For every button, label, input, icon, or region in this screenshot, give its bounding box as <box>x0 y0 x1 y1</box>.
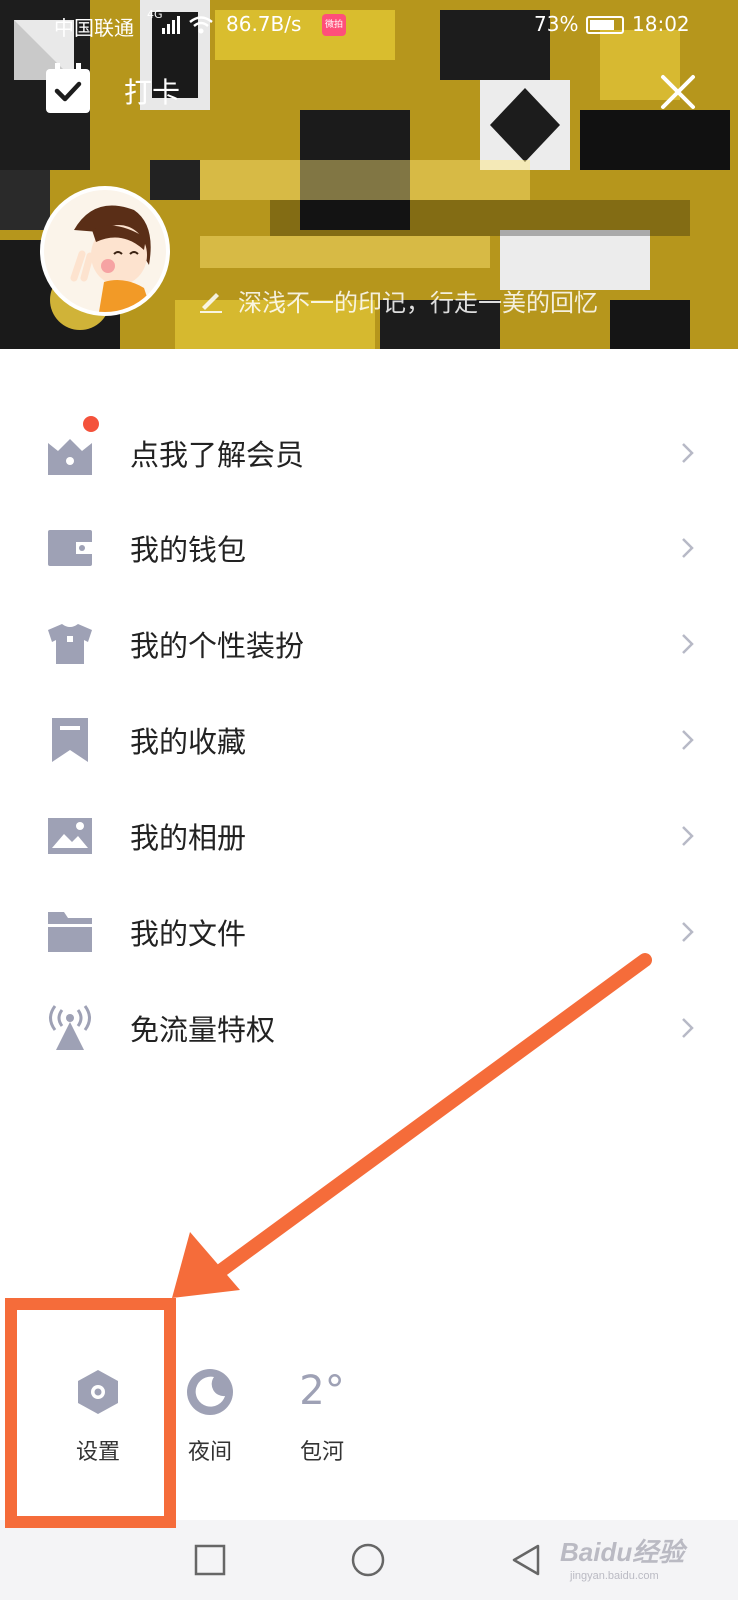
chevron-right-icon <box>682 443 694 463</box>
battery-icon <box>586 16 624 34</box>
menu-item-album[interactable]: 我的相册 <box>0 788 738 884</box>
checkin-label: 打卡 <box>124 76 181 109</box>
chevron-right-icon <box>682 538 694 558</box>
menu-label: 点我了解会员 <box>130 438 305 472</box>
chevron-right-icon <box>682 1018 694 1038</box>
home-icon[interactable] <box>350 1542 386 1578</box>
carrier-name: 中国联通 <box>54 16 134 40</box>
menu-item-wallet[interactable]: 我的钱包 <box>0 500 738 596</box>
chevron-right-icon <box>682 634 694 654</box>
menu-item-files[interactable]: 我的文件 <box>0 884 738 980</box>
wallet-icon <box>48 530 92 566</box>
chevron-right-icon <box>682 826 694 846</box>
menu-label: 我的钱包 <box>130 533 247 567</box>
weather-city: 包河 <box>299 1440 344 1465</box>
blurred-level <box>270 200 690 236</box>
blurred-nickname <box>200 160 530 200</box>
menu-item-favorites[interactable]: 我的收藏 <box>0 692 738 788</box>
menu-item-dressup[interactable]: 我的个性装扮 <box>0 596 738 692</box>
menu-label: 我的相册 <box>130 821 247 855</box>
night-label: 夜间 <box>187 1440 232 1465</box>
profile-signature[interactable]: 深浅不一的印记，行走一美的回忆 <box>198 280 698 320</box>
close-icon[interactable] <box>658 72 698 112</box>
recent-apps-icon[interactable] <box>194 1544 226 1576</box>
chevron-right-icon <box>682 922 694 942</box>
signal-tower-icon <box>49 1005 91 1050</box>
photo-icon <box>48 818 92 854</box>
menu-label: 我的收藏 <box>130 725 247 759</box>
chevron-right-icon <box>682 730 694 750</box>
baidu-watermark: Baidu经验 jingyan.baidu.com <box>560 1532 730 1592</box>
watermark-url: jingyan.baidu.com <box>570 1570 659 1582</box>
signature-text: 深浅不一的印记，行走一美的回忆 <box>238 288 598 317</box>
night-mode-button[interactable]: 夜间 <box>170 1368 250 1468</box>
red-dot-badge <box>81 414 101 434</box>
menu-item-vip[interactable]: 点我了解会员 <box>0 405 738 501</box>
weather-button[interactable]: 2° 包河 <box>282 1368 362 1468</box>
checkin-button[interactable]: 打卡 <box>46 63 181 116</box>
menu-label: 免流量特权 <box>130 1013 276 1047</box>
profile-header: 中国联通 4G 86.7B/s 微拍 73% 18:02 打卡 深浅不一的印记，… <box>0 0 738 349</box>
edit-pencil-icon <box>200 293 222 313</box>
status-time: 18:02 <box>632 12 690 36</box>
watermark-brand: Baidu经验 <box>560 1537 685 1567</box>
battery-percent: 73% <box>534 12 579 36</box>
menu-label: 我的文件 <box>130 917 247 951</box>
status-bar: 中国联通 4G 86.7B/s 微拍 73% 18:02 <box>0 0 738 52</box>
weather-temperature: 2° <box>299 1368 345 1414</box>
calendar-check-icon <box>46 63 90 113</box>
moon-icon <box>187 1369 233 1415</box>
menu-label: 我的个性装扮 <box>130 629 305 663</box>
network-speed: 86.7B/s <box>226 12 302 36</box>
folder-icon <box>48 912 92 952</box>
vip-house-icon <box>48 439 92 475</box>
signal-wifi-icon <box>162 16 213 34</box>
avatar[interactable] <box>40 186 170 316</box>
tshirt-icon <box>48 624 92 664</box>
bookmark-icon <box>52 718 88 762</box>
back-icon[interactable] <box>508 1542 544 1578</box>
menu-item-free-data[interactable]: 免流量特权 <box>0 980 738 1076</box>
app-notification-badge: 微拍 <box>322 14 346 36</box>
blurred-info <box>200 236 490 268</box>
annotation-highlight-box <box>5 1298 176 1528</box>
